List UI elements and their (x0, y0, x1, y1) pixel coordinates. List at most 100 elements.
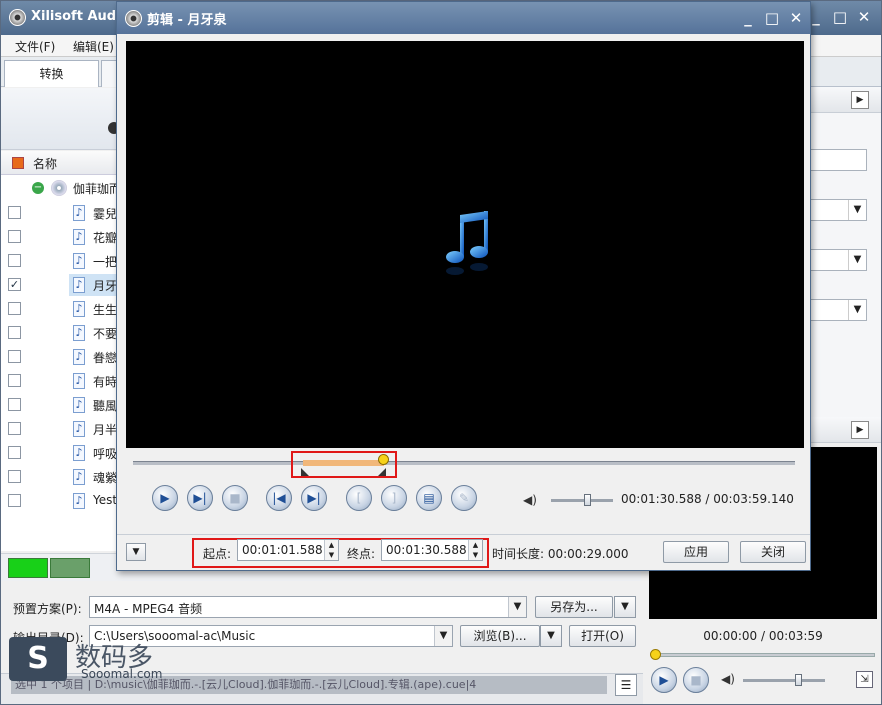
track-checkbox[interactable] (8, 374, 21, 387)
track-checkbox[interactable] (8, 302, 21, 315)
track-checkbox[interactable] (8, 398, 21, 411)
snapshot-button[interactable]: ▤ (416, 485, 442, 511)
settings-select-1[interactable]: ▼ (809, 199, 867, 221)
list-item[interactable]: ♪ 霎兒 (1, 201, 126, 225)
mark-in-button[interactable]: [ (346, 485, 372, 511)
play-button[interactable]: ▶ (152, 485, 178, 511)
track-checkbox[interactable]: ✓ (8, 278, 21, 291)
list-item[interactable]: ♪ 月半 (1, 417, 126, 441)
right-settings-panel: ▶ ▼ ▼ ▼ ▶ (809, 87, 881, 443)
track-checkbox[interactable] (8, 230, 21, 243)
chevron-down-icon[interactable]: ▼ (848, 200, 866, 220)
album-row[interactable]: − 伽菲珈而 (1, 177, 126, 199)
playback-time: 00:01:30.588 / 00:03:59.140 (621, 492, 794, 506)
preview-stop-button[interactable]: ■ (683, 667, 709, 693)
timeline-highlight-box (291, 451, 397, 478)
chevron-down-icon[interactable]: ▼ (848, 300, 866, 320)
chevron-down-icon[interactable]: ▼ (508, 597, 526, 617)
stop-button[interactable]: ■ (222, 485, 248, 511)
list-item[interactable]: ♪ 不要 (1, 321, 126, 345)
list-item[interactable]: ♪ 花瓣 (1, 225, 126, 249)
maximize-icon[interactable]: □ (831, 8, 849, 26)
mark-in-icon: [ (356, 491, 362, 505)
track-checkbox[interactable] (8, 326, 21, 339)
list-view-icon[interactable]: ☰ (615, 674, 637, 696)
expand-right-icon[interactable]: ▶ (851, 91, 869, 109)
settings-select-2[interactable]: ▼ (809, 249, 867, 271)
track-checkbox[interactable] (8, 350, 21, 363)
settings-select-3[interactable]: ▼ (809, 299, 867, 321)
track-checkbox[interactable] (8, 422, 21, 435)
menu-file[interactable]: 文件(F) (15, 38, 55, 55)
apply-button[interactable]: 应用 (663, 541, 729, 563)
track-checkbox[interactable] (8, 254, 21, 267)
preview-volume-thumb[interactable] (795, 674, 802, 686)
next-icon: ▶| (307, 491, 321, 505)
preview-volume-slider[interactable] (743, 674, 825, 686)
track-checkbox[interactable] (8, 446, 21, 459)
play-selection-button[interactable]: ▶| (187, 485, 213, 511)
close-icon[interactable]: ✕ (787, 9, 805, 27)
menu-edit[interactable]: 编辑(E) (73, 38, 114, 55)
maximize-icon[interactable]: □ (763, 9, 781, 27)
save-as-dropdown[interactable]: ▼ (614, 596, 636, 618)
volume-slider[interactable] (551, 494, 613, 506)
list-item[interactable]: ♪ 呼吸 (1, 441, 126, 465)
mark-out-button[interactable]: ] (381, 485, 407, 511)
preview-play-button[interactable]: ▶ (651, 667, 677, 693)
list-item[interactable]: ♪ 聽風 (1, 393, 126, 417)
toolbar-strip (1, 88, 126, 150)
expand-down-icon[interactable]: ▼ (126, 543, 146, 561)
list-item[interactable]: ♪ 眷戀 (1, 345, 126, 369)
spin-arrows-icon[interactable]: ▲ ▼ (468, 540, 482, 560)
list-item[interactable]: ♪ 一把 (1, 249, 126, 273)
edit-button[interactable]: ✎ (451, 485, 477, 511)
end-time-input[interactable]: 00:01:30.588 ▲ ▼ (381, 539, 483, 561)
profile-select[interactable]: M4A - MPEG4 音频 ▼ (89, 596, 527, 618)
volume-icon[interactable]: ◀) (523, 493, 537, 507)
watermark-en: Sooomal.com (81, 667, 163, 681)
minimize-icon[interactable]: _ (739, 9, 757, 27)
browse-button[interactable]: 浏览(B)... (460, 625, 540, 647)
column-name[interactable]: 名称 (33, 155, 57, 172)
profile-label: 预置方案(P): (13, 602, 82, 616)
expand-right-icon[interactable]: ▶ (851, 421, 869, 439)
music-file-icon: ♪ (73, 325, 85, 341)
app-logo-icon (125, 10, 142, 27)
next-button[interactable]: ▶| (301, 485, 327, 511)
volume-thumb[interactable] (584, 494, 592, 506)
music-file-icon: ♪ (73, 469, 85, 485)
fullscreen-icon[interactable]: ⇲ (856, 671, 873, 688)
trim-timeline[interactable] (133, 454, 795, 476)
settings-field-1[interactable] (809, 149, 867, 171)
music-file-icon: ♪ (73, 229, 85, 245)
previous-button[interactable]: |◀ (266, 485, 292, 511)
end-label: 终点: (347, 547, 376, 561)
chevron-down-icon[interactable]: ▼ (848, 250, 866, 270)
browse-dropdown[interactable]: ▼ (540, 625, 562, 647)
list-item[interactable]: ✓ ♪ 月牙 (1, 273, 126, 297)
track-checkbox[interactable] (8, 494, 21, 507)
spin-arrows-icon[interactable]: ▲ ▼ (324, 540, 338, 560)
preview-seek-bar[interactable] (650, 649, 875, 660)
close-button[interactable]: 关闭 (740, 541, 806, 563)
select-all-checkbox[interactable] (12, 157, 24, 169)
volume-icon[interactable]: ◀) (721, 672, 735, 686)
tab-convert[interactable]: 转换 (4, 60, 99, 87)
play-icon: ▶ (160, 491, 170, 505)
music-file-icon: ♪ (73, 301, 85, 317)
start-time-input[interactable]: 00:01:01.588 ▲ ▼ (237, 539, 339, 561)
list-item[interactable]: ♪ 有時 (1, 369, 126, 393)
main-title: Xilisoft Audio (31, 9, 130, 24)
chevron-down-icon[interactable]: ▼ (434, 626, 452, 646)
list-item[interactable]: ♪ 魂縈 (1, 465, 126, 489)
collapse-icon[interactable]: − (32, 182, 44, 194)
preview-seek-knob[interactable] (650, 649, 661, 660)
open-button[interactable]: 打开(O) (569, 625, 636, 647)
list-item[interactable]: ♪ Yeste (1, 489, 126, 513)
list-item[interactable]: ♪ 生生 (1, 297, 126, 321)
save-as-button[interactable]: 另存为... (535, 596, 613, 618)
close-icon[interactable]: ✕ (855, 8, 873, 26)
track-checkbox[interactable] (8, 470, 21, 483)
track-checkbox[interactable] (8, 206, 21, 219)
